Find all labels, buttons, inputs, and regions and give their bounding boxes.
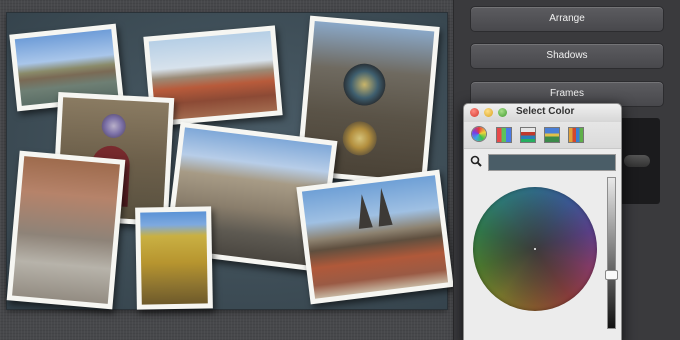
church-spire-left [354,193,373,229]
collage-canvas[interactable] [6,13,454,310]
color-wheel-area [464,173,621,340]
color-wheel-selector[interactable] [534,248,536,250]
image-palettes-icon[interactable] [544,127,560,143]
magnifier-icon[interactable] [470,155,482,167]
current-color-swatch[interactable] [488,154,616,171]
app-window: Arrange Shadows Frames Select Color [0,0,680,340]
minimize-window-button[interactable] [484,108,493,117]
color-mode-toolbar [464,122,621,149]
frame-toggle[interactable] [624,155,650,167]
color-sliders-icon[interactable] [496,127,512,143]
window-title: Select Color [516,106,575,117]
clock-face-upper [341,61,388,108]
arrange-button[interactable]: Arrange [470,6,664,32]
photo-street-square-image [12,156,120,304]
church-rose-window [101,113,127,139]
photo-tyn-church-image [301,175,449,299]
select-color-window: Select Color [463,103,622,340]
photo-yellow-building[interactable] [135,206,213,310]
close-window-button[interactable] [470,108,479,117]
crayons-icon[interactable] [568,127,584,143]
zoom-window-button[interactable] [498,108,507,117]
window-titlebar[interactable]: Select Color [464,104,621,123]
shadows-button[interactable]: Shadows [470,43,664,69]
church-spire-right [374,187,393,227]
brightness-slider-knob[interactable] [605,270,618,280]
brightness-slider[interactable] [605,177,618,329]
color-wheel-icon[interactable] [472,127,486,141]
photo-tyn-church[interactable] [296,169,454,305]
color-wheel[interactable] [473,187,597,311]
photo-yellow-building-image [140,211,208,305]
workspace [0,0,454,340]
color-palettes-icon[interactable] [520,127,536,143]
color-search-row [464,149,621,173]
photo-street-square[interactable] [6,150,126,310]
clock-face-lower [341,120,379,157]
